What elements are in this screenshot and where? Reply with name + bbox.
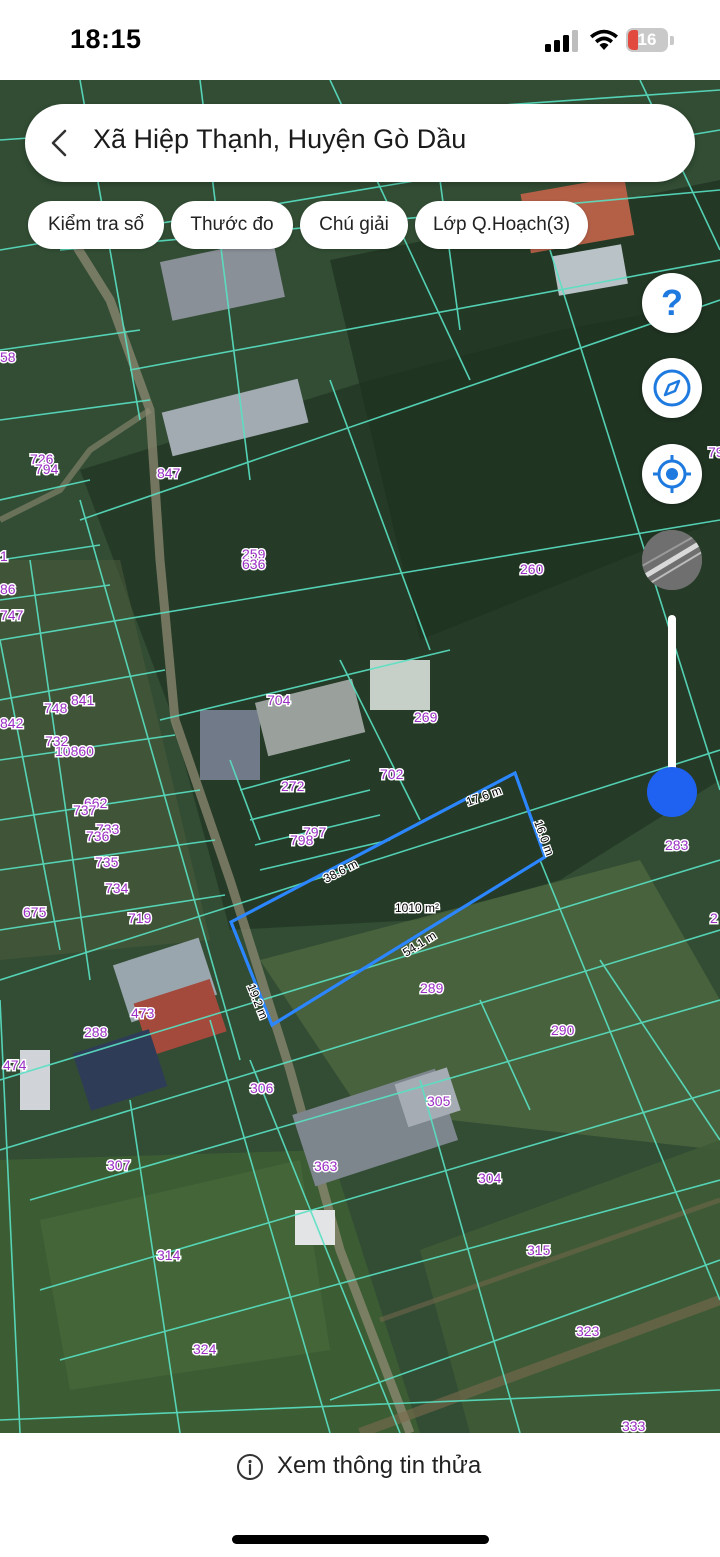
parcel-label: 58: [0, 349, 16, 365]
status-bar: 18:15 16: [0, 0, 720, 80]
parcel-label: 473: [131, 1005, 155, 1021]
parcel-label: 272: [281, 778, 305, 794]
parcel-label: 675: [23, 904, 47, 920]
parcel-label: 1: [0, 548, 8, 564]
satellite-layer-icon: [642, 530, 702, 590]
parcel-label: 333: [622, 1418, 646, 1433]
parcel-area: 1010 m²: [395, 901, 439, 915]
parcel-label: 307: [107, 1157, 131, 1173]
help-button[interactable]: ?: [642, 273, 702, 333]
parcel-label: 306: [250, 1080, 274, 1096]
parcel-label: 841: [71, 692, 95, 708]
battery-percent: 16: [637, 30, 657, 49]
parcel-label: 315: [527, 1242, 551, 1258]
parcel-label: 636: [242, 556, 266, 572]
parcel-label: 847: [157, 465, 181, 481]
locate-button[interactable]: [642, 444, 702, 504]
parcel-label: 290: [551, 1022, 575, 1038]
status-time: 18:15: [70, 24, 142, 54]
parcel-label: 324: [193, 1341, 217, 1357]
parcel-label: 305: [427, 1093, 451, 1109]
parcel-label: 736: [86, 828, 110, 844]
opacity-slider-thumb[interactable]: [647, 767, 697, 817]
back-icon[interactable]: [48, 128, 72, 158]
parcel-label: 735: [95, 854, 119, 870]
planning-layer-chip[interactable]: Lớp Q.Hoạch(3): [415, 201, 588, 249]
parcel-label: 474: [3, 1057, 27, 1073]
measure-chip[interactable]: Thước đo: [171, 201, 293, 249]
parcel-label: 288: [84, 1024, 108, 1040]
parcel-label: 747: [0, 607, 24, 623]
parcel-label: 842: [0, 715, 24, 731]
parcel-label: 363: [314, 1158, 338, 1174]
battery-icon: 16: [626, 28, 668, 52]
home-indicator[interactable]: [232, 1535, 489, 1544]
map-canvas[interactable]: 58 726 794 847 259 636 260 79 1 86 747 7…: [0, 80, 720, 1433]
location-title[interactable]: Xã Hiệp Thạnh, Huyện Gò Dầu: [93, 124, 466, 155]
parcel-label: 260: [520, 561, 544, 577]
opacity-slider-track[interactable]: [668, 615, 676, 790]
locate-icon: [653, 455, 691, 493]
satellite-map[interactable]: 58 726 794 847 259 636 260 79 1 86 747 7…: [0, 80, 720, 1433]
parcel-label: 304: [478, 1170, 502, 1186]
parcel-label: 734: [105, 880, 129, 896]
parcel-label: 289: [420, 980, 444, 996]
compass-button[interactable]: [642, 358, 702, 418]
compass-icon: [653, 369, 691, 407]
parcel-label: 323: [576, 1323, 600, 1339]
parcel-label: 86: [0, 581, 16, 597]
parcel-label: 702: [380, 766, 404, 782]
parcel-label: 314: [157, 1247, 181, 1263]
svg-text:?: ?: [661, 282, 683, 323]
parcel-label: 798: [290, 832, 314, 848]
parcel-label: 79: [708, 444, 720, 460]
parcel-label: 2: [710, 910, 718, 926]
wifi-icon: [590, 29, 618, 50]
check-book-chip[interactable]: Kiểm tra sổ: [28, 201, 164, 249]
parcel-label: 737: [73, 802, 97, 818]
signal-icon: [545, 30, 578, 52]
parcel-label: 704: [267, 692, 291, 708]
help-icon: ?: [661, 282, 683, 323]
parcel-label: 283: [665, 837, 689, 853]
parcel-label: 269: [414, 709, 438, 725]
legend-chip[interactable]: Chú giải: [300, 201, 408, 249]
parcel-label: 719: [128, 910, 152, 926]
info-icon[interactable]: [236, 1453, 264, 1481]
parcel-label: 794: [35, 461, 59, 477]
parcel-label: 748: [44, 700, 68, 716]
view-parcel-info-link[interactable]: Xem thông tin thửa: [277, 1452, 481, 1480]
map-layer-thumbnail[interactable]: [642, 530, 702, 590]
parcel-label: 732: [45, 733, 69, 749]
battery-cap: [670, 36, 674, 45]
